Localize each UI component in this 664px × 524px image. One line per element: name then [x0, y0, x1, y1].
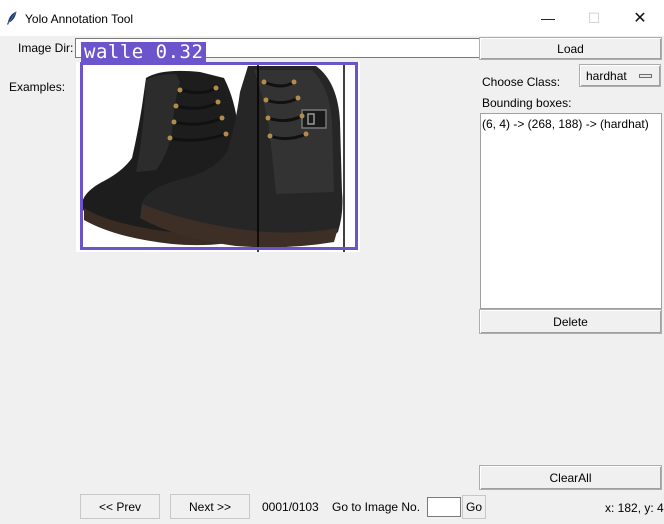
prev-button[interactable]: << Prev: [80, 494, 160, 519]
bounding-box-list[interactable]: (6, 4) -> (268, 188) -> (hardhat): [480, 113, 662, 309]
goto-input[interactable]: [427, 497, 461, 517]
goto-label: Go to Image No.: [332, 500, 421, 514]
bounding-boxes-label: Bounding boxes:: [482, 96, 572, 110]
minimize-icon: —: [541, 10, 555, 26]
delete-button[interactable]: Delete: [479, 309, 662, 334]
window-title: Yolo Annotation Tool: [25, 12, 134, 26]
minimize-button[interactable]: —: [525, 0, 571, 36]
examples-label: Examples:: [9, 80, 66, 94]
class-dropdown[interactable]: hardhat: [579, 64, 661, 87]
maximize-icon: ☐: [587, 9, 601, 26]
list-item[interactable]: (6, 4) -> (268, 188) -> (hardhat): [481, 114, 661, 134]
cursor-coords: x: 182, y: 4: [605, 501, 664, 515]
go-button[interactable]: Go: [462, 495, 486, 519]
image-dir-label: Image Dir:: [18, 41, 74, 55]
clear-all-button[interactable]: ClearAll: [479, 465, 662, 490]
load-button[interactable]: Load: [479, 37, 662, 60]
feather-icon: [6, 11, 18, 25]
close-icon: ✕: [633, 10, 647, 27]
choose-class-label: Choose Class:: [482, 75, 561, 89]
bounding-box[interactable]: [80, 62, 358, 250]
maximize-button[interactable]: ☐: [571, 0, 617, 36]
progress-counter: 0001/0103: [262, 500, 319, 514]
annotation-label: walle 0.32: [81, 42, 207, 62]
next-button[interactable]: Next >>: [170, 494, 250, 519]
selected-class: hardhat: [586, 68, 627, 83]
close-button[interactable]: ✕: [617, 0, 663, 36]
dropdown-indicator-icon: [639, 74, 652, 78]
